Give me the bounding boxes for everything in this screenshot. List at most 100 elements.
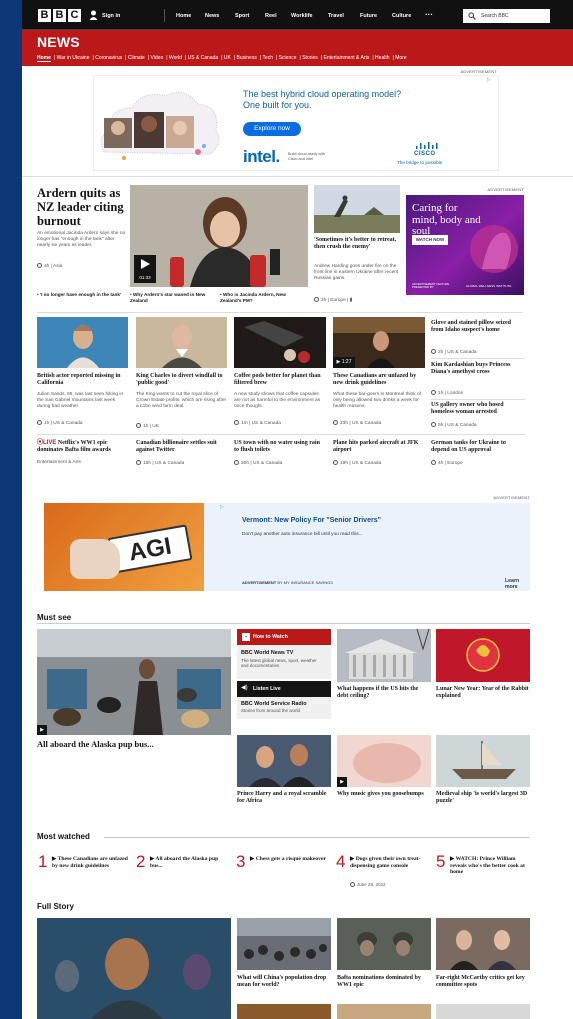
- story-headline[interactable]: These Canadians are unfazed by new drink…: [333, 373, 425, 387]
- related-link-2[interactable]: • Why Ardern's star waned in New Zealand: [130, 292, 210, 303]
- mccarthy-image[interactable]: [436, 918, 530, 970]
- story-headline[interactable]: King Charles to divert windfall to 'publ…: [136, 373, 227, 387]
- nav-news[interactable]: News: [205, 13, 219, 19]
- story-tag-link[interactable]: UK: [152, 424, 159, 429]
- story-headline[interactable]: US town with no water using rain to flus…: [234, 440, 326, 454]
- lead-headline[interactable]: Ardern quits as NZ leader citing burnout: [37, 186, 132, 228]
- subnav-stories[interactable]: Stories: [302, 55, 318, 61]
- full-story-main-image[interactable]: [37, 918, 231, 1019]
- lunar-new-year-image[interactable]: [436, 629, 530, 682]
- subnav-more[interactable]: More: [395, 55, 406, 61]
- subnav-uk[interactable]: UK: [224, 55, 231, 61]
- canadians-video-thumbnail[interactable]: ▶ 1:27: [333, 317, 425, 368]
- story-headline[interactable]: Canadian billionaire settles suit agains…: [136, 440, 228, 454]
- intel-ad[interactable]: The best hybrid cloud operating model? O…: [93, 75, 499, 171]
- goosebumps-video-thumbnail[interactable]: ▶: [337, 735, 431, 787]
- related-link-3[interactable]: • Who is Jacinda Ardern, New Zealand's P…: [220, 292, 300, 303]
- play-button[interactable]: ▶ 1:27: [333, 357, 355, 368]
- side-story-headline[interactable]: US gallery owner who hosed homeless woma…: [431, 402, 525, 416]
- julian-sands-image[interactable]: [37, 317, 128, 368]
- most-watched-item[interactable]: ▶ Dogs given their own treat-dispensing …: [350, 856, 428, 869]
- subnav-home[interactable]: Home: [37, 55, 51, 62]
- live-story-tag[interactable]: Entertainment & Arts: [37, 460, 81, 465]
- full-story-caption[interactable]: What will China's population drop mean f…: [237, 975, 331, 989]
- medieval-ship-image[interactable]: [436, 735, 530, 787]
- user-icon[interactable]: [89, 10, 98, 20]
- subnav-business[interactable]: Business: [237, 55, 257, 61]
- subnav-health[interactable]: Health: [375, 55, 389, 61]
- subnav-video[interactable]: Video: [151, 55, 164, 61]
- subnav-war-in-ukraine[interactable]: War in Ukraine: [57, 55, 90, 61]
- play-button[interactable]: ▶: [337, 777, 347, 787]
- must-see-caption[interactable]: Medieval ship 'is world's largest 3D puz…: [436, 791, 530, 805]
- china-population-image[interactable]: [237, 918, 331, 970]
- story-headline[interactable]: German tanks for Ukraine to depend on US…: [431, 440, 525, 454]
- story-headline[interactable]: British actor reported missing in Califo…: [37, 373, 128, 387]
- play-button[interactable]: ▶: [37, 725, 47, 735]
- side-story-headline[interactable]: Glove and stained pillow seized from Ida…: [431, 320, 525, 334]
- story-tag-link[interactable]: London: [447, 391, 463, 396]
- live-story-headline[interactable]: ⦿LIVE Netflix's WW1 epic dominates Bafta…: [37, 440, 129, 454]
- search-icon[interactable]: [468, 12, 476, 20]
- related-link-1[interactable]: • 'I no longer have enough in the tank': [37, 292, 128, 298]
- story-tag-link[interactable]: US & Canada: [252, 421, 281, 426]
- news-logo[interactable]: NEWS: [37, 34, 80, 50]
- nav-worklife[interactable]: Worklife: [291, 13, 313, 19]
- subnav-world[interactable]: World: [169, 55, 182, 61]
- must-see-caption[interactable]: What happens if the US hits the debt cei…: [337, 686, 431, 700]
- nav-travel[interactable]: Travel: [328, 13, 344, 19]
- watch-now-button[interactable]: WATCH NOW: [412, 235, 448, 245]
- how-to-watch-header[interactable]: ▪ How to Watch: [237, 629, 331, 645]
- learn-more-button[interactable]: Learn more: [505, 578, 530, 590]
- debt-ceiling-image[interactable]: [337, 629, 431, 682]
- ukraine-image[interactable]: [314, 185, 400, 233]
- most-watched-item[interactable]: ▶ These Canadians are unfazed by new dri…: [52, 856, 130, 869]
- subnav-climate[interactable]: Climate: [128, 55, 145, 61]
- most-watched-item[interactable]: ▶ Chess gets a risqué makeover: [250, 856, 328, 863]
- story-tag-link[interactable]: US & Canada: [447, 350, 476, 355]
- subnav-tech[interactable]: Tech: [262, 55, 273, 61]
- full-story-thumbnail[interactable]: [237, 1004, 331, 1019]
- wellness-ad[interactable]: Caring for mind, body and soul WATCH NOW…: [406, 195, 524, 295]
- bafta-image[interactable]: [337, 918, 431, 970]
- sign-in-link[interactable]: Sign in: [102, 13, 120, 19]
- full-story-thumbnail[interactable]: [337, 1004, 431, 1019]
- subnav-entertainment[interactable]: Entertainment & Arts: [323, 55, 369, 61]
- coffee-pods-image[interactable]: [234, 317, 326, 368]
- story-headline[interactable]: Plane hits parked aircraft at JFK airpor…: [333, 440, 425, 454]
- subnav-science[interactable]: Science: [279, 55, 297, 61]
- lead-tag-link[interactable]: Asia: [53, 264, 62, 269]
- bbc-logo-letter[interactable]: B: [53, 9, 66, 22]
- full-story-thumbnail[interactable]: [436, 1004, 530, 1019]
- subnav-coronavirus[interactable]: Coronavirus: [95, 55, 122, 61]
- ukraine-headline[interactable]: 'Sometimes it's better to retreat, then …: [314, 237, 400, 251]
- story-tag-link[interactable]: US & Canada: [53, 421, 82, 426]
- explore-now-button[interactable]: Explore now: [243, 122, 301, 136]
- story-tag-link[interactable]: US & Canada: [155, 461, 184, 466]
- most-watched-item[interactable]: ▶ All aboard the Alaska pup bus...: [150, 856, 228, 869]
- nav-home[interactable]: Home: [176, 13, 191, 19]
- story-headline[interactable]: Coffee pods better for planet than filte…: [234, 373, 326, 387]
- nav-future[interactable]: Future: [360, 13, 377, 19]
- story-tag-link[interactable]: Europe: [447, 461, 462, 466]
- play-button[interactable]: 01:33: [134, 255, 156, 283]
- ukraine-tag-link[interactable]: Europe: [330, 298, 345, 303]
- search-input[interactable]: Search BBC: [463, 9, 550, 23]
- listen-live-header[interactable]: ◀) Listen Live: [237, 681, 331, 697]
- pup-bus-video-thumbnail[interactable]: ▶: [37, 629, 231, 735]
- king-charles-image[interactable]: [136, 317, 227, 368]
- full-story-caption[interactable]: Bafta nominations dominated by WW1 epic: [337, 975, 431, 989]
- must-see-caption[interactable]: Prince Harry and a royal scramble for Af…: [237, 791, 331, 805]
- story-tag-link[interactable]: US & Canada: [253, 461, 282, 466]
- nav-more[interactable]: ···: [425, 10, 433, 19]
- nav-sport[interactable]: Sport: [235, 13, 249, 19]
- prince-harry-image[interactable]: [237, 735, 331, 787]
- nav-reel[interactable]: Reel: [265, 13, 277, 19]
- bbc-world-service-radio-card[interactable]: BBC World Service Radio Stories from aro…: [237, 697, 331, 719]
- adchoices-icon[interactable]: ▷: [487, 77, 491, 83]
- must-see-caption[interactable]: Why music gives you goosebumps: [337, 791, 431, 798]
- bbc-world-news-tv-card[interactable]: BBC World News TV The latest global news…: [237, 645, 331, 679]
- insurance-ad[interactable]: AGI Vermont: New Policy For "Senior Driv…: [44, 503, 530, 591]
- story-tag-link[interactable]: US & Canada: [352, 461, 381, 466]
- subnav-us-canada[interactable]: US & Canada: [188, 55, 219, 61]
